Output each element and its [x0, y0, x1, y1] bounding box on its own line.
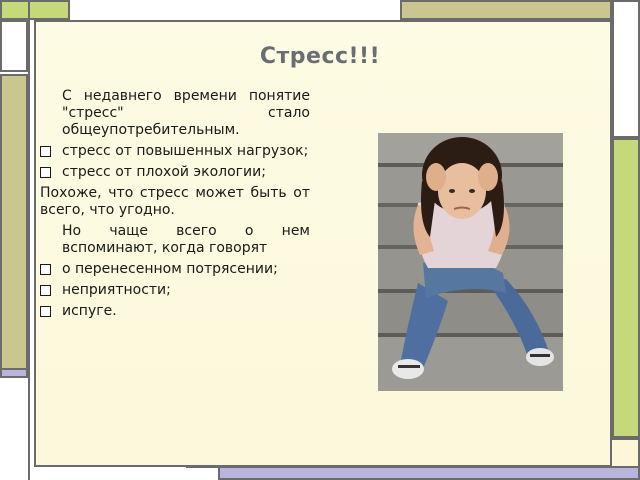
decor-olive-block-top-right — [400, 0, 612, 20]
bullet-text: стресс от плохой экологии; — [62, 164, 266, 180]
checkbox-bullet-icon — [40, 285, 51, 296]
bullet-item: испуге. — [40, 303, 310, 320]
decor-line-vertical-left — [28, 0, 30, 480]
decor-olive-block-left — [0, 74, 28, 372]
checkbox-bullet-icon — [40, 306, 51, 317]
paragraph-text: Но чаще всего о нем вспоминают, когда го… — [62, 223, 310, 256]
slide-text-body: С недавнего времени понятие "стресс" ста… — [40, 88, 310, 324]
decor-green-block-top — [0, 0, 70, 20]
photo-illustration — [378, 133, 563, 391]
checkbox-bullet-icon — [40, 146, 51, 157]
paragraph-intro: С недавнего времени понятие "стресс" ста… — [40, 88, 310, 139]
bullet-text: о перенесенном потрясении; — [62, 261, 278, 277]
decor-lavender-block-bottom — [218, 466, 640, 480]
decor-line-horizontal-right — [612, 136, 640, 138]
bullet-item: стресс от плохой экологии; — [40, 164, 310, 181]
bullet-item: о перенесенном потрясении; — [40, 261, 310, 278]
bullet-item: неприятности; — [40, 282, 310, 299]
decor-lavender-strip-left — [0, 368, 28, 378]
checkbox-bullet-icon — [40, 167, 51, 178]
decor-white-block-right-top — [612, 0, 640, 138]
bullet-text: испуге. — [62, 303, 117, 319]
decor-green-block-right — [612, 138, 640, 438]
paragraph-text: Похоже, что стресс может быть от всего, … — [40, 185, 310, 218]
checkbox-bullet-icon — [40, 264, 51, 275]
bullet-item: стресс от повышенных нагрузок; — [40, 143, 310, 160]
stressed-child-photo — [378, 133, 563, 391]
bullet-text: неприятности; — [62, 282, 171, 298]
paragraph-lead-in: Но чаще всего о нем вспоминают, когда го… — [40, 223, 310, 257]
paragraph-text: С недавнего времени понятие "стресс" ста… — [62, 88, 310, 138]
slide-title: Стресс!!! — [259, 44, 381, 69]
bullet-text: стресс от повышенных нагрузок; — [62, 143, 309, 159]
paragraph-summary: Похоже, что стресс может быть от всего, … — [40, 185, 310, 219]
